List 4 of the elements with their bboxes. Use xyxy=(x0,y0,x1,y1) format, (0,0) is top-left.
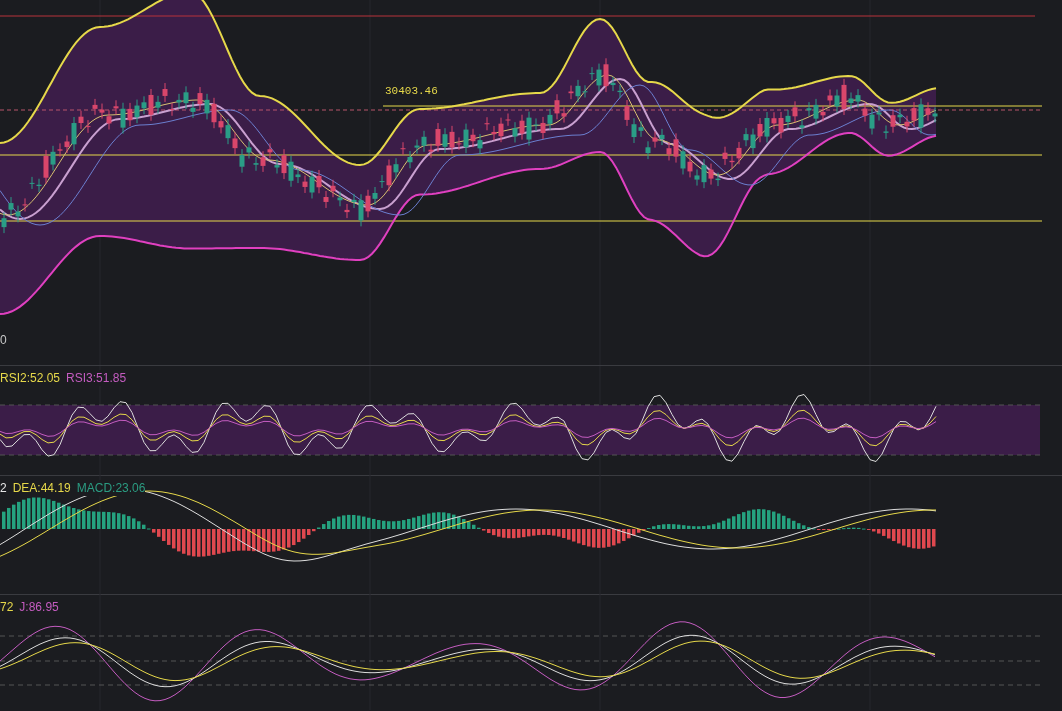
indicator-value: RSI3:51.85 xyxy=(66,370,127,386)
price-label: 30403.46 xyxy=(385,84,438,98)
axis-label: 0 xyxy=(0,333,7,347)
indicator-value: MACD:23.06 xyxy=(76,480,146,496)
